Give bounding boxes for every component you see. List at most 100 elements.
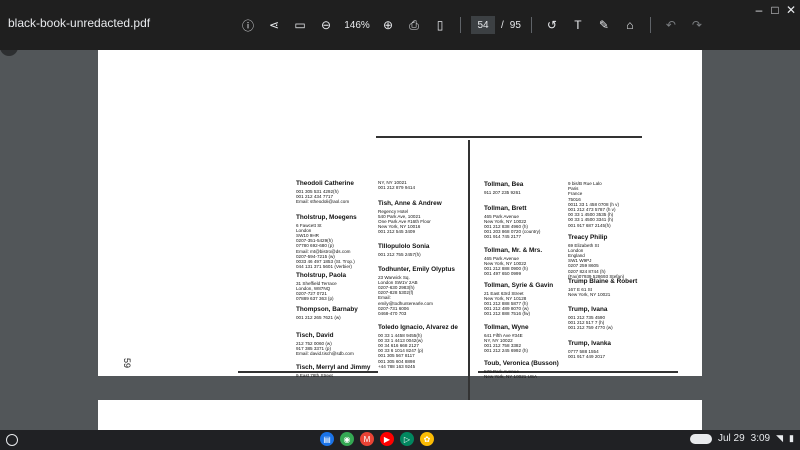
fit-page-icon[interactable]: ▭ [290,15,310,35]
address-entry: Todhunter, Emily Olyptus 23 Warwick Sq. Lo… [378,266,470,316]
entry-line: 001 917 449 2017 [568,353,606,359]
sidebar-toggle-icon[interactable]: › [0,50,18,56]
address-entry: Tholstrup, Moegens 6 Fawcett St London SW10… [296,214,388,269]
entry-line: 001 212 759 4770 (w) [568,324,613,330]
photos-app-icon[interactable]: ✿ [420,432,434,446]
entry-line: 044 131 371 5601 (Verbier) [296,264,352,270]
document-title: black-book-unredacted.pdf [8,16,151,30]
entry-name: Tholstrup, Paola [296,272,347,279]
entry-name: Trump Blaine & Robert [568,278,638,285]
entry-line: 001 917 687 2145(h) [568,222,611,228]
info-icon[interactable]: ⓘ [238,15,258,35]
zoom-out-icon[interactable]: ⊖ [316,15,336,35]
address-entry: Trump, Ivanka 0777 588 1554 001 917 449 20… [568,340,660,359]
entry-name: Toledo Ignacio, Alvarez de [378,324,458,331]
play-store-app-icon[interactable]: ▷ [400,432,414,446]
entry-line: 001 212 755 2457(h) [378,251,421,257]
toolbar-controls: ⓘ ⋖ ▭ ⊖ 146% ⊕ ⎙ ▯ / 95 ↺ T ✎ ⌂ ↶ ↷ [238,14,707,36]
status-tray[interactable]: Jul 29 3:09 ◥ ▮ [689,433,794,444]
entry-line: 001 914 745 2177 [484,234,522,240]
delete-icon[interactable]: ▯ [430,15,450,35]
address-entry: Thompson, Barnaby 001 212 265 7621 (w) [296,306,388,320]
address-entry: Toub, Veronica (Busson) 570 Park Avenue Ne… [484,360,576,379]
maximize-icon[interactable]: □ [768,4,782,16]
address-entry: Tollman, Syrie & Gavin 21 East 63rd Stree… [484,282,576,317]
chrome-app-icon[interactable]: ◉ [340,432,354,446]
battery-icon: ▮ [789,433,794,443]
entry-name: Toub, Veronica (Busson) [484,360,559,367]
entry-name: Trump, Ivanka [568,340,611,347]
share-icon[interactable]: ⋖ [264,15,284,35]
entry-name: Tollman, Bea [484,181,524,188]
pdf-viewer-toolbar: black-book-unredacted.pdf – □ ✕ ⓘ ⋖ ▭ ⊖ … [0,0,800,50]
print-icon[interactable]: ⎙ [404,15,424,35]
entry-line: New York, NY 10021 USA [484,373,538,379]
entry-name: Treacy Philip [568,234,608,241]
page-number-input[interactable] [471,16,495,34]
address-entry: Tisch, Merryl and Jimmy 9 East 78th Stree… [296,364,388,378]
minimize-icon[interactable]: – [752,4,766,16]
entry-line: 001 212 245 6992 (h) [484,348,528,354]
address-entry: Tollman, Mr. & Mrs. 465 Park Avenue New Yo… [484,247,576,276]
undo-icon[interactable]: ↶ [661,15,681,35]
entry-line: 07889 637 363 (p) [296,296,334,302]
entry-line: 0468-470 703 [378,310,407,316]
entry-line: Email: david.tisch@sdb.com [296,350,354,356]
toolbar-divider [649,17,651,33]
address-entry: 9 bis/B Rue Lalo Paris France 75016 0011 33 … [568,181,660,228]
entry-name: Tish, Anne & Andrew [378,200,442,207]
highlight-icon[interactable]: ✎ [594,15,614,35]
files-app-icon[interactable]: ▤ [320,432,334,446]
close-icon[interactable]: ✕ [784,4,798,16]
address-entry: Tish, Anne & Andrew Regency Hotel 540 Park… [378,200,470,235]
entry-line: 001 212 879 9414 [378,185,416,191]
entry-name: Thompson, Barnaby [296,306,358,313]
gmail-app-icon[interactable]: M [360,432,374,446]
entry-name: Tlllopulolo Sonia [378,243,430,250]
annotate-icon[interactable]: ⌂ [620,15,640,35]
page-total: 95 [509,19,521,31]
entry-line: 001 497 650 0999 [484,271,522,277]
address-entry: Tollman, Wyne 641 Fifth Ave #34E NY, NY 10… [484,324,576,353]
scanned-page-number: 59 [122,357,133,369]
entry-line: 001 212 545 3409 [378,229,416,235]
entry-name: Trump, Ivana [568,306,608,313]
youtube-app-icon[interactable]: ▶ [380,432,394,446]
phone-hub-icon[interactable] [689,433,712,444]
launcher-icon[interactable] [6,434,18,446]
entry-name: Tollman, Syrie & Gavin [484,282,554,289]
entry-name: Tholstrup, Moegens [296,214,357,221]
address-entry: Toledo Ignacio, Alvarez de 00 33 1 4458 9… [378,324,470,369]
entry-name: Tisch, Merryl and Jimmy [296,364,371,371]
scan-top-edge [376,136,642,138]
entry-line: 001 212 265 7621 (w) [296,314,341,320]
document-viewer[interactable]: 59 Theodoli Catherine 001 305 531 4292(h)… [0,50,800,430]
entry-name: Tollman, Brett [484,205,527,212]
time-label: 3:09 [750,433,771,444]
address-entry: Tlllopulolo Sonia 001 212 755 2457(h) [378,243,470,257]
pdf-page [98,400,702,430]
shelf: ▤ ◉ M ▶ ▷ ✿ Jul 29 3:09 ◥ ▮ [0,430,800,450]
entry-line: 001 212 888 7516 (fw) [484,311,530,317]
entry-line: 911 207 235 9261 [484,189,521,195]
wifi-icon: ◥ [776,433,784,443]
entry-name: Tollman, Wyne [484,324,529,331]
address-entry: Tollman, Brett 465 Park Avenue New York, N… [484,205,576,240]
zoom-in-icon[interactable]: ⊕ [378,15,398,35]
entry-line: 9 East 78th Street [296,372,333,378]
entry-name: Tollman, Mr. & Mrs. [484,247,543,254]
redo-icon[interactable]: ↷ [687,15,707,35]
address-entry: Theodoli Catherine 001 305 531 4292(h) 001… [296,180,388,204]
address-entry: Tisch, David 212 752 0060 (w) 917 385 3371… [296,332,388,356]
text-icon[interactable]: T [568,15,588,35]
zoom-level[interactable]: 146% [342,20,372,31]
address-entry: Treacy Philip 69 Elizabeth St London Englan… [568,234,660,279]
toolbar-divider [530,17,532,33]
address-entry: Tholstrup, Paola 31 Sheffield Terrace Lond… [296,272,388,301]
address-entry: NY, NY 10021 001 212 879 9414 [378,180,470,190]
entry-name: Tisch, David [296,332,334,339]
rotate-icon[interactable]: ↺ [542,15,562,35]
page-navigator: / 95 [471,16,521,34]
entry-line: +44 788 163 9245 [378,363,416,369]
pdf-page: 59 Theodoli Catherine 001 305 531 4292(h)… [98,50,702,420]
